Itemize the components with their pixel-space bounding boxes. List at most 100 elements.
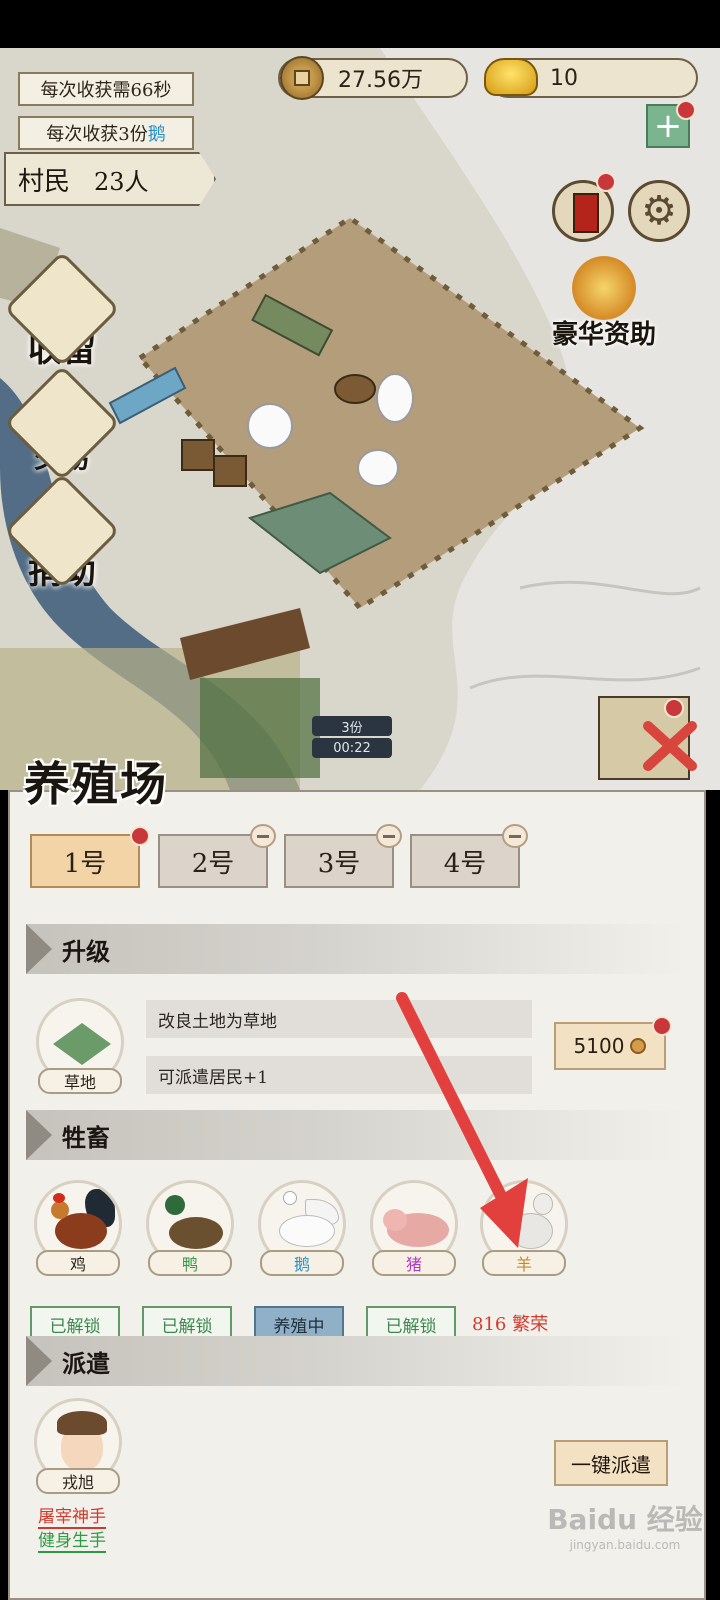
livestock-goose[interactable]: 鹅 养殖中 <box>254 1180 350 1352</box>
close-icon[interactable] <box>640 716 700 776</box>
coin-amount: 27.56万 <box>338 68 423 93</box>
donation-box-icon <box>4 473 120 589</box>
auto-dispatch-button[interactable]: 一键派遣 <box>554 1440 668 1486</box>
luxury-sponsor-button[interactable]: 豪华资助 <box>546 256 662 351</box>
goose-head-shape <box>283 1191 297 1205</box>
tab-label: 4号 <box>443 848 487 879</box>
ingot-amount: 10 <box>550 65 578 91</box>
auto-dispatch-label: 一键派遣 <box>571 1452 651 1477</box>
copper-coin-icon <box>280 56 324 100</box>
tab-farm-1[interactable]: 1号 <box>30 826 150 888</box>
animal-name-label: 鹅 <box>260 1250 344 1276</box>
section-title: 牲畜 <box>62 1122 110 1152</box>
upgrade-effect-row: 可派遣居民+1 <box>146 1056 532 1094</box>
donate-button[interactable]: 捐助 <box>4 473 120 593</box>
harvest-interval-text: 每次收获需66秒 <box>40 80 172 101</box>
status-bar <box>0 0 720 48</box>
harvest-amount-value: 3份 <box>341 720 363 736</box>
livestock-section-header: 牲畜 <box>26 1110 686 1160</box>
status-text: 已解锁 <box>161 1316 213 1337</box>
chicken-head-shape <box>51 1201 69 1219</box>
trade-button[interactable]: 交易 <box>4 365 120 481</box>
harvest-timer-value: 00:22 <box>333 740 371 756</box>
pig-head-shape <box>383 1209 407 1231</box>
worker-trait: 屠宰神手 <box>38 1502 106 1529</box>
livestock-chicken[interactable]: 鸡 已解锁 <box>30 1180 126 1352</box>
settings-button[interactable]: ⚙ <box>628 180 690 242</box>
upgrade-item-name: 草地 <box>63 1073 96 1092</box>
baidu-watermark: Baidu 经验 jingyan.baidu.com <box>540 1498 710 1552</box>
notification-dot <box>664 698 684 718</box>
gear-icon: ⚙ <box>641 188 677 234</box>
tab-farm-2[interactable]: 2号 <box>158 824 276 888</box>
status-text: 已解锁 <box>385 1316 437 1337</box>
section-title: 升级 <box>62 936 110 966</box>
upgrade-effect-row: 改良土地为草地 <box>146 1000 532 1038</box>
animal-name: 羊 <box>515 1255 532 1274</box>
notification-dot <box>676 100 696 120</box>
livestock-goat[interactable]: 羊 816 繁荣 <box>472 1180 572 1352</box>
gold-ingot-icon <box>484 58 538 96</box>
goat-body-shape <box>509 1213 553 1249</box>
lock-icon <box>376 824 402 848</box>
livestock-duck[interactable]: 鸭 已解锁 <box>142 1180 238 1352</box>
tab-label: 2号 <box>191 848 235 879</box>
villager-portrait-icon <box>4 251 120 367</box>
grass-tile-icon <box>53 1023 111 1065</box>
scale-icon <box>4 365 120 481</box>
status-text: 816 繁荣 <box>472 1314 549 1335</box>
animal-name-label: 猪 <box>372 1250 456 1276</box>
villager-label: 村民 <box>18 166 71 197</box>
chicken-comb-shape <box>53 1193 65 1203</box>
section-title: 派遣 <box>62 1348 110 1378</box>
dispatch-section-header: 派遣 <box>26 1336 686 1386</box>
shelter-button[interactable]: 收留 <box>4 251 120 371</box>
tab-label: 3号 <box>317 848 361 879</box>
goat-head-shape <box>533 1193 553 1215</box>
luxury-sponsor-label: 豪华资助 <box>551 320 656 350</box>
duck-body-shape <box>169 1217 223 1249</box>
ingot-counter: 10 <box>484 58 698 98</box>
worker-hat-shape <box>57 1411 107 1435</box>
tab-farm-3[interactable]: 3号 <box>284 824 402 888</box>
notification-dot <box>596 172 616 192</box>
upgrade-effect-text: 改良土地为草地 <box>158 1011 277 1032</box>
animal-name: 鹅 <box>293 1255 310 1274</box>
upgrade-cost-button[interactable]: 5100 <box>554 1022 666 1070</box>
worker-name: 戎旭 <box>61 1473 94 1492</box>
status-text: 养殖中 <box>273 1316 325 1337</box>
money-bag-icon <box>572 256 636 320</box>
duck-head-shape <box>165 1195 185 1215</box>
notification-dot <box>130 826 150 846</box>
worker-name-label: 戎旭 <box>36 1468 120 1494</box>
animal-name-label: 鸡 <box>36 1250 120 1276</box>
upgrade-section-header: 升级 <box>26 924 686 974</box>
animal-name-label: 鸭 <box>148 1250 232 1276</box>
worker-trait: 健身生手 <box>38 1526 106 1553</box>
lock-icon <box>250 824 276 848</box>
animal-name: 猪 <box>405 1255 422 1274</box>
coin-icon <box>630 1038 647 1054</box>
harvest-amount-pill: 3份 <box>312 716 392 736</box>
animal-name-label: 羊 <box>482 1250 566 1276</box>
status-text: 已解锁 <box>49 1316 101 1337</box>
harvest-item-name: 鹅 <box>147 124 166 145</box>
lock-icon <box>502 824 528 848</box>
upgrade-item-label: 草地 <box>38 1068 122 1094</box>
watermark-brand: Baidu 经验 <box>547 1503 703 1536</box>
villager-count: 23人 <box>94 167 149 196</box>
animal-name: 鸡 <box>69 1255 86 1274</box>
watermark-url: jingyan.baidu.com <box>569 1538 681 1552</box>
coin-counter: 27.56万 <box>278 56 468 100</box>
livestock-pig[interactable]: 猪 已解锁 <box>366 1180 462 1352</box>
upgrade-cost-value: 5100 <box>573 1034 625 1058</box>
goose-body-shape <box>279 1215 335 1247</box>
animal-name: 鸭 <box>181 1255 198 1274</box>
prosperity-requirement: 816 繁荣 <box>472 1310 592 1336</box>
notification-dot <box>652 1016 672 1036</box>
harvest-timer-pill: 00:22 <box>312 738 392 758</box>
harvest-amount-label: 每次收获3份鹅 <box>18 116 194 150</box>
panel-title: 养殖场 <box>24 757 168 811</box>
harvest-interval-label: 每次收获需66秒 <box>18 72 194 106</box>
tab-farm-4[interactable]: 4号 <box>410 824 528 888</box>
